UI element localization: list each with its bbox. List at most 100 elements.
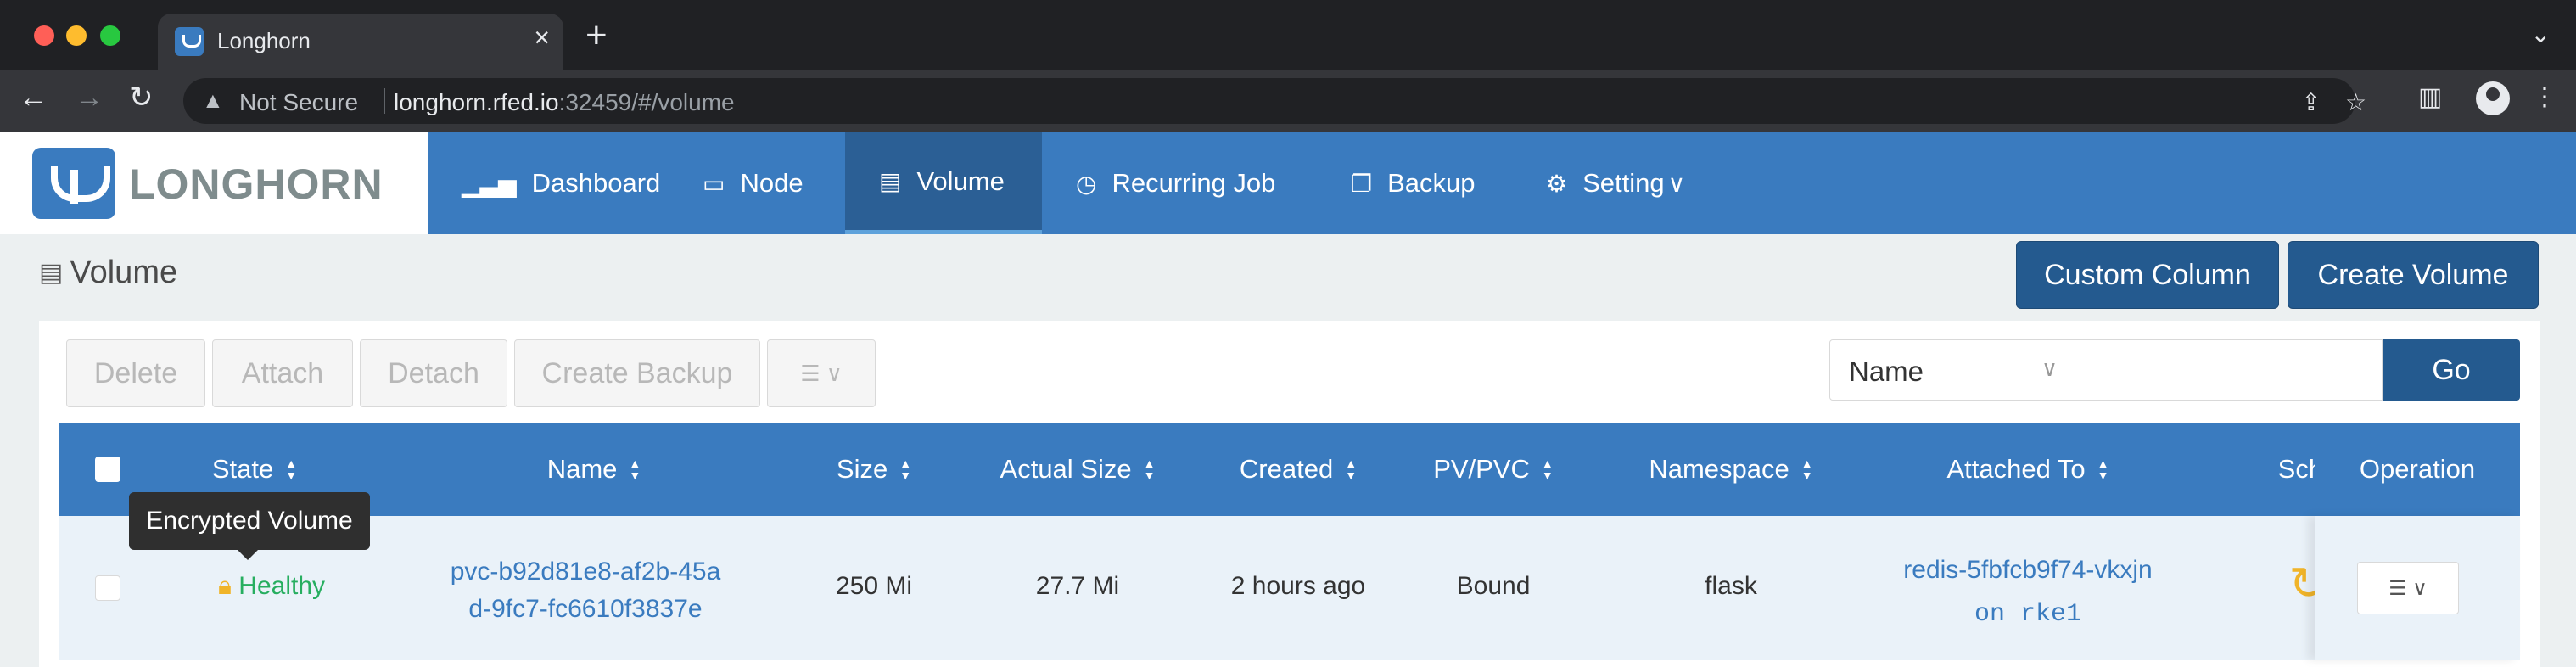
nav-label: Dashboard xyxy=(531,168,661,198)
profile-avatar-icon[interactable] xyxy=(2476,81,2510,115)
share-icon[interactable]: ⇪ xyxy=(2301,88,2321,116)
omnibox-divider xyxy=(384,88,385,114)
create-volume-button[interactable]: Create Volume xyxy=(2288,241,2539,309)
nav-label: Setting xyxy=(1582,168,1665,198)
volume-panel: Delete Attach Detach Create Backup ☰ ∨ N… xyxy=(39,321,2540,667)
url-text: longhorn.rfed.io:32459/#/volume xyxy=(394,89,735,115)
browser-tab-bar: Longhorn × + ⌄ xyxy=(0,0,2576,70)
longhorn-logo-icon xyxy=(32,148,115,219)
delete-button[interactable]: Delete xyxy=(66,339,205,407)
attached-to-cell[interactable]: redis-5fbfcb9f74-vkxjn on rke1 xyxy=(1858,548,2198,636)
attached-pod-link[interactable]: redis-5fbfcb9f74-vkxjn xyxy=(1858,548,2198,592)
app-header: LONGHORN ▁▃▅ Dashboard ▭ Node ▤ Volume ◷… xyxy=(0,132,2576,234)
window-minimize-button[interactable] xyxy=(66,25,87,46)
nav-node[interactable]: ▭ Node xyxy=(669,132,837,234)
gear-icon: ⚙ xyxy=(1546,170,1568,197)
row-operation-menu-button[interactable]: ☰ ∨ xyxy=(2357,562,2459,614)
tab-title: Longhorn xyxy=(217,28,311,53)
table-header: State ▲ ▼ Name ▲ ▼ Size ▲ ▼ Actual Size ▲ ▼ Crea… xyxy=(59,423,2520,516)
page-title-text: Volume xyxy=(70,255,178,290)
size-cell: 250 Mi xyxy=(835,572,913,600)
brand-name: LONGHORN xyxy=(129,160,384,208)
sort-icon: ▲ ▼ xyxy=(1143,457,1156,482)
side-panel-icon[interactable]: ▥ xyxy=(2418,85,2442,110)
column-header-created[interactable]: Created ▲ ▼ xyxy=(1196,423,1400,516)
row-checkbox[interactable] xyxy=(95,575,120,601)
kebab-menu-icon[interactable]: ⋮ xyxy=(2532,85,2557,110)
sort-icon: ▲ ▼ xyxy=(629,457,641,482)
sort-icon: ▲ ▼ xyxy=(1541,457,1554,482)
url-omnibox[interactable]: ▲ Not Secure longhorn.rfed.io:32459/#/vo… xyxy=(183,78,2366,124)
copy-icon: ❐ xyxy=(1351,170,1373,197)
created-cell: 2 hours ago xyxy=(1230,572,1366,600)
list-menu-icon: ☰ ∨ xyxy=(2388,576,2428,600)
state-cell: 🔒︎ Healthy xyxy=(187,572,356,601)
sort-icon: ▲ ▼ xyxy=(899,457,912,482)
pv-pvc-cell: Bound xyxy=(1456,572,1531,600)
bar-chart-icon: ▁▃▅ xyxy=(462,170,517,197)
filter-value-input[interactable] xyxy=(2075,339,2383,401)
nav-dashboard[interactable]: ▁▃▅ Dashboard xyxy=(428,132,694,234)
window-close-button[interactable] xyxy=(34,25,54,46)
column-header-namespace[interactable]: Namespace ▲ ▼ xyxy=(1604,423,1858,516)
page-title: ▤ Volume xyxy=(39,255,177,291)
chevron-down-icon: ∨ xyxy=(1667,170,1686,197)
nav-label: Backup xyxy=(1387,168,1476,198)
sort-icon: ▲ ▼ xyxy=(1345,457,1358,482)
clock-icon: ◷ xyxy=(1076,170,1097,197)
filter-field-select[interactable]: Name ∨ xyxy=(1829,339,2075,401)
nav-volume[interactable]: ▤ Volume xyxy=(845,132,1042,234)
tab-search-chevron-icon[interactable]: ⌄ xyxy=(2531,20,2551,48)
column-header-pv-pvc[interactable]: PV/PVC ▲ ▼ xyxy=(1392,423,1595,516)
forward-arrow-icon[interactable]: → xyxy=(75,83,104,112)
go-button[interactable]: Go xyxy=(2383,339,2520,401)
laptop-icon: ▭ xyxy=(703,170,725,197)
select-all-checkbox[interactable] xyxy=(95,457,120,482)
column-header-operation: Operation xyxy=(2359,454,2476,484)
security-label: Not Secure xyxy=(239,89,359,115)
operation-cell: ☰ ∨ xyxy=(2315,516,2520,660)
browser-address-bar: ← → ↻ ▲ Not Secure longhorn.rfed.io:3245… xyxy=(0,70,2576,132)
nav-label: Recurring Job xyxy=(1112,168,1276,198)
attach-button[interactable]: Attach xyxy=(212,339,353,407)
detach-button[interactable]: Detach xyxy=(360,339,507,407)
custom-column-button[interactable]: Custom Column xyxy=(2016,241,2279,309)
tab-close-icon[interactable]: × xyxy=(534,24,550,51)
brand[interactable]: LONGHORN xyxy=(0,132,428,234)
filter-field-value: Name xyxy=(1849,356,1924,387)
column-header-size[interactable]: Size ▲ ▼ xyxy=(789,423,959,516)
volume-name-link[interactable]: pvc-b92d81e8-af2b-45a d-9fc7-fc6610f3837… xyxy=(416,553,755,628)
list-menu-icon: ☰ ∨ xyxy=(800,360,843,386)
column-header-actual-size[interactable]: Actual Size ▲ ▼ xyxy=(950,423,1205,516)
operation-column: Operation ☰ ∨ xyxy=(2315,423,2520,660)
nav-label: Volume xyxy=(916,165,1005,196)
browser-tab[interactable]: Longhorn × xyxy=(158,14,563,70)
sort-icon: ▲ ▼ xyxy=(1800,457,1813,482)
window-zoom-button[interactable] xyxy=(100,25,120,46)
bulk-actions-menu-button[interactable]: ☰ ∨ xyxy=(767,339,876,407)
table-row: 🔒︎ Healthy pvc-b92d81e8-af2b-45a d-9fc7-… xyxy=(59,516,2520,660)
column-header-attached-to[interactable]: Attached To ▲ ▼ xyxy=(1884,423,2172,516)
namespace-cell: flask xyxy=(1705,572,1757,600)
state-text: Healthy xyxy=(238,572,326,600)
sort-icon: ▲ ▼ xyxy=(2097,457,2109,482)
create-backup-button[interactable]: Create Backup xyxy=(514,339,760,407)
attached-node-link[interactable]: on rke1 xyxy=(1858,592,2198,636)
actual-size-cell: 27.7 Mi xyxy=(1035,572,1120,600)
bookmark-star-icon[interactable]: ☆ xyxy=(2345,88,2366,116)
lock-icon: 🔒︎ xyxy=(217,572,232,600)
nav-label: Node xyxy=(740,168,804,198)
back-arrow-icon[interactable]: ← xyxy=(19,83,48,112)
warning-icon: ▲ xyxy=(202,87,224,113)
database-icon: ▤ xyxy=(39,259,64,287)
reload-icon[interactable]: ↻ xyxy=(129,83,154,112)
sort-icon: ▲ ▼ xyxy=(285,457,298,482)
nav-backup[interactable]: ❐ Backup xyxy=(1317,132,1509,234)
longhorn-favicon-icon xyxy=(175,27,204,56)
database-icon: ▤ xyxy=(879,168,902,194)
column-header-name[interactable]: Name ▲ ▼ xyxy=(501,423,687,516)
new-tab-icon[interactable]: + xyxy=(585,17,608,54)
encrypted-volume-tooltip: Encrypted Volume xyxy=(129,492,370,560)
nav-setting[interactable]: ⚙ Setting ∨ xyxy=(1512,132,1719,234)
nav-recurring-job[interactable]: ◷ Recurring Job xyxy=(1042,132,1309,234)
